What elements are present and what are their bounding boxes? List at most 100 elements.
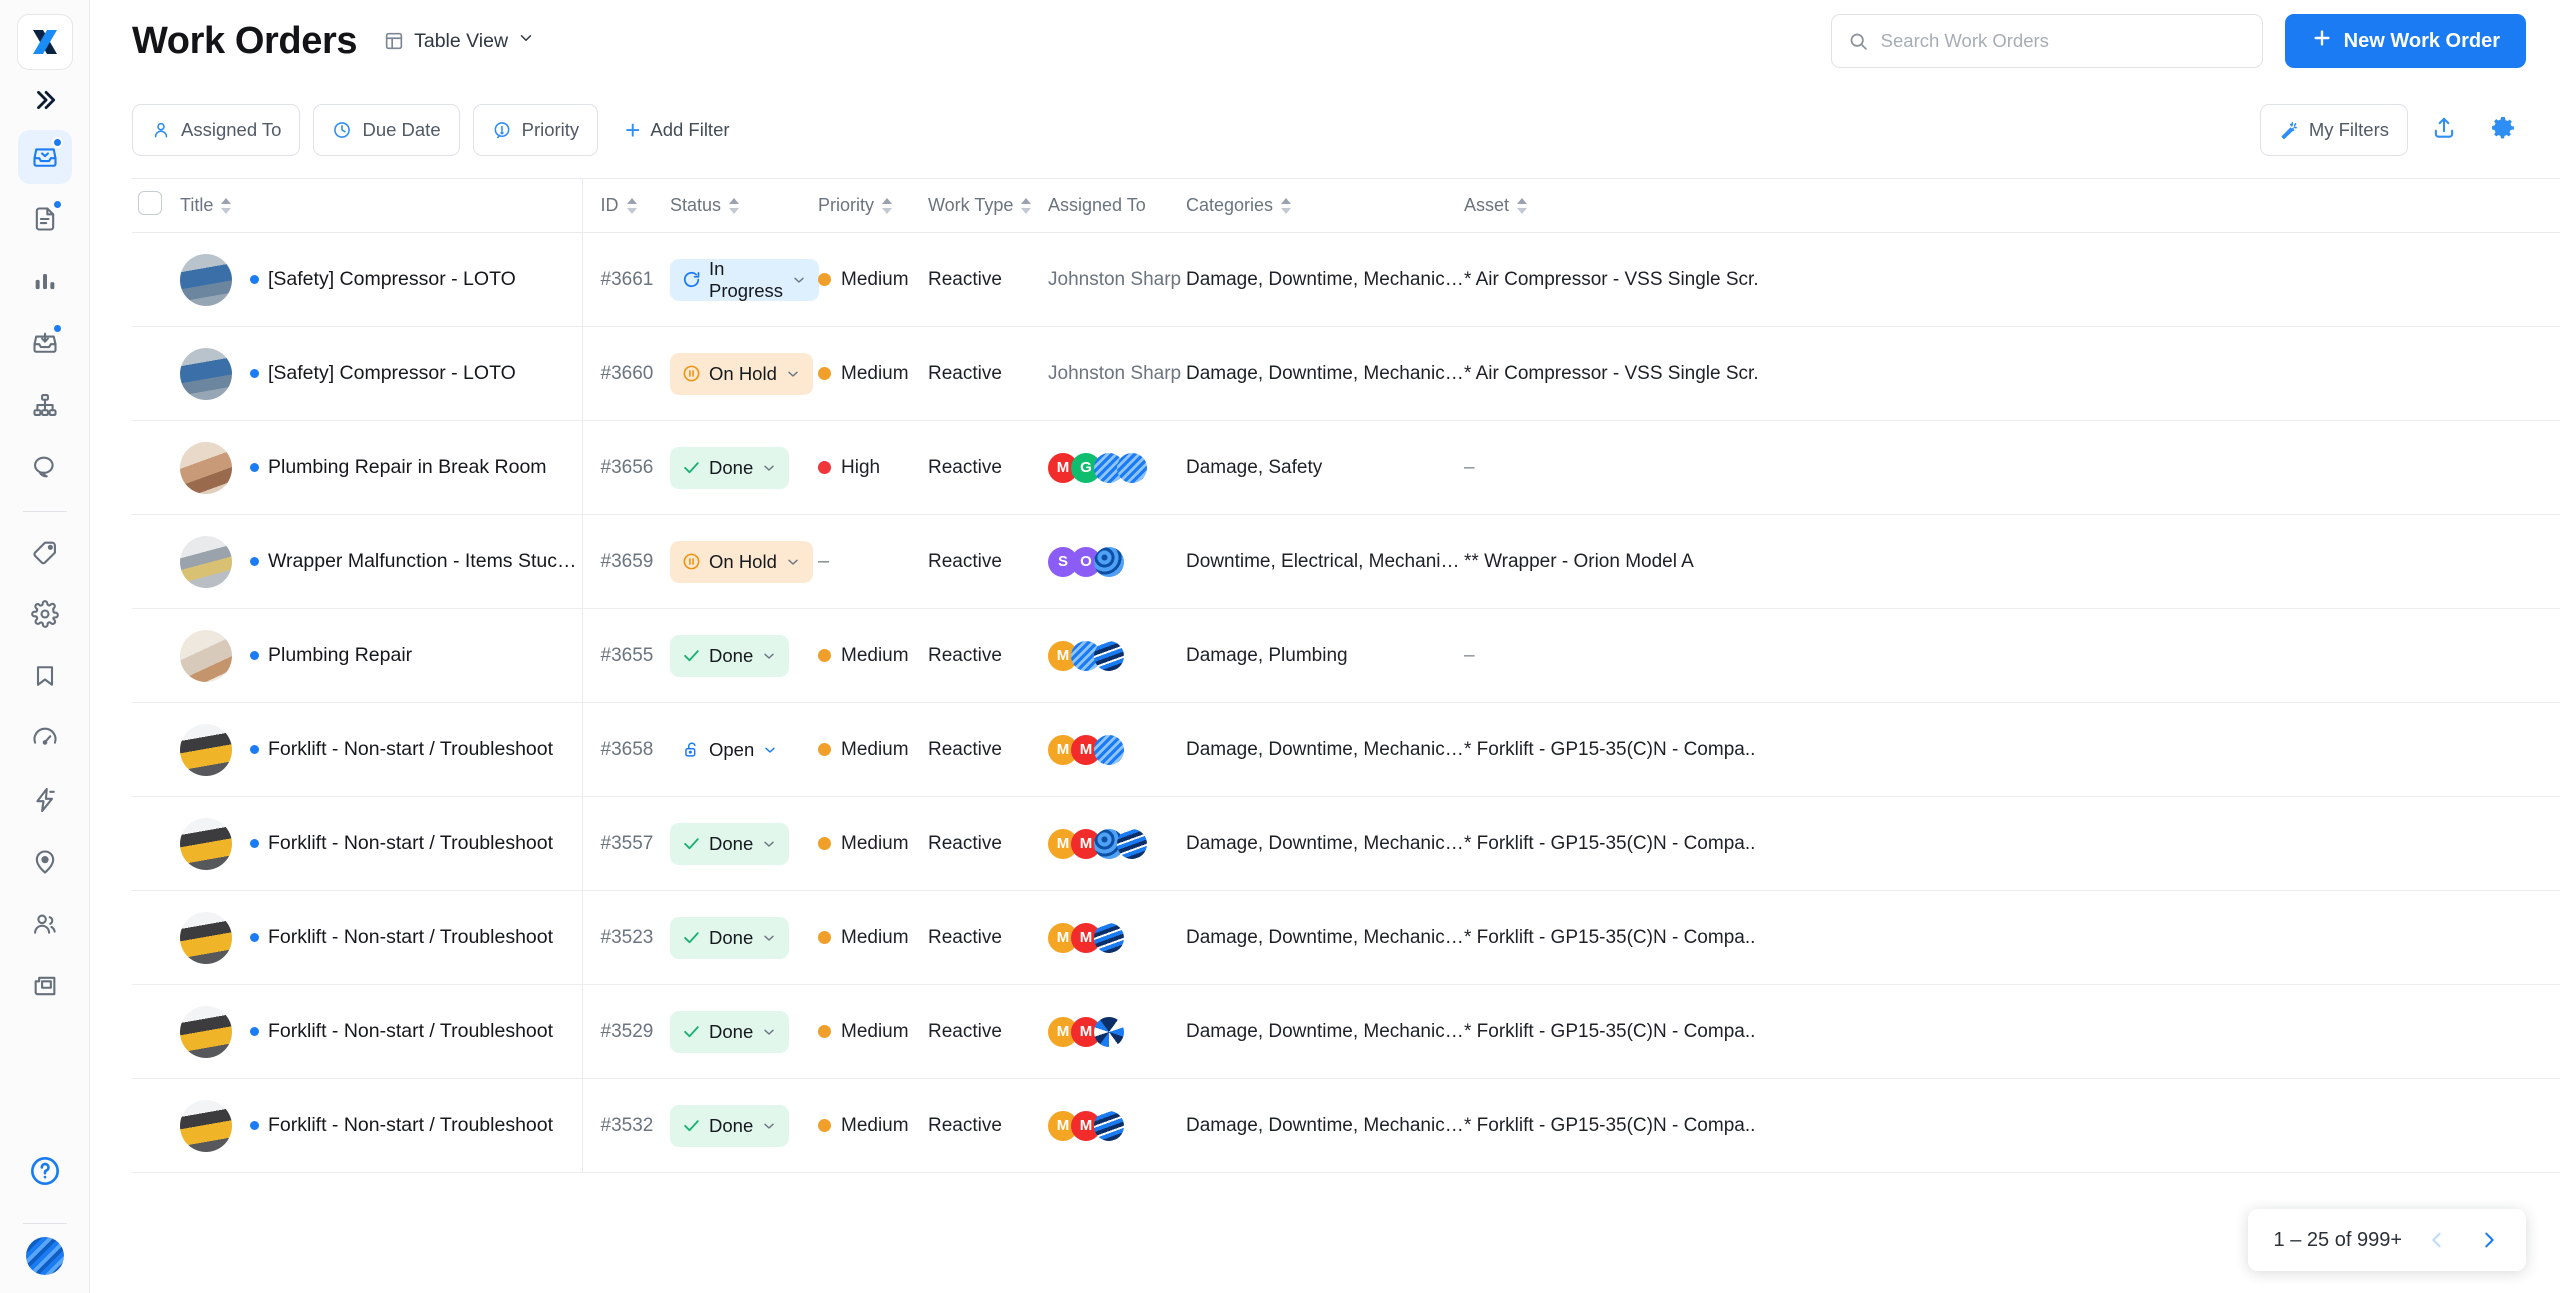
bar-chart-icon: [35, 274, 54, 290]
column-header-id[interactable]: ID: [581, 178, 670, 233]
cell-title[interactable]: Forklift - Non-start / Troubleshoot: [180, 984, 582, 1079]
status-badge[interactable]: In Progress: [670, 258, 820, 301]
add-filter-button[interactable]: + Add Filter: [611, 104, 743, 156]
cell-title[interactable]: Forklift - Non-start / Troubleshoot: [180, 1078, 582, 1173]
my-filters-button[interactable]: My Filters: [2259, 104, 2408, 156]
status-badge[interactable]: Done: [670, 446, 790, 489]
column-header-status[interactable]: Status: [670, 178, 818, 233]
export-button[interactable]: [2421, 107, 2467, 153]
cell-status[interactable]: Open: [670, 702, 818, 797]
column-header-categories[interactable]: Categories: [1186, 178, 1464, 233]
cell-status[interactable]: In Progress: [670, 232, 820, 327]
export-icon: [2431, 115, 2457, 146]
sidebar-item-help[interactable]: [18, 1144, 72, 1198]
sidebar-item-meters[interactable]: [18, 711, 72, 765]
assignee-avatar-group: MM: [1048, 1016, 1186, 1047]
status-badge[interactable]: Done: [670, 916, 790, 959]
filter-chip-priority[interactable]: Priority: [472, 104, 599, 156]
sidebar-item-messages[interactable]: [18, 440, 72, 494]
cell-title[interactable]: [Safety] Compressor - LOTO: [180, 232, 582, 327]
asset-text: * Forklift - GP15-35(C)N - Compa..: [1464, 1114, 1756, 1136]
cell-status[interactable]: Done: [670, 1078, 818, 1173]
status-open-icon: [682, 740, 701, 759]
cell-asset: * Forklift - GP15-35(C)N - Compa..: [1464, 984, 2560, 1079]
cell-status[interactable]: Done: [670, 420, 818, 515]
cell-status[interactable]: Done: [670, 890, 818, 985]
status-label: On Hold: [709, 550, 777, 572]
filter-chip-due-date[interactable]: Due Date: [313, 104, 460, 156]
table-row[interactable]: Plumbing Repair #3655 Done Medium Reactive M D…: [132, 608, 2560, 703]
cell-title[interactable]: Plumbing Repair in Break Room: [180, 420, 582, 515]
work-order-id: #3660: [600, 362, 654, 384]
cell-status[interactable]: Done: [670, 984, 818, 1079]
sidebar-item-news[interactable]: [18, 959, 72, 1013]
cell-title[interactable]: Plumbing Repair: [180, 608, 582, 703]
table-row[interactable]: Forklift - Non-start / Troubleshoot #3523…: [132, 890, 2560, 985]
cell-assigned-to: Johnston Sharp: [1048, 232, 1186, 327]
sidebar-item-locations[interactable]: [18, 835, 72, 889]
priority-dot-icon: [818, 1119, 831, 1132]
person-icon: [151, 120, 171, 140]
sidebar-item-reporting[interactable]: [18, 254, 72, 308]
cell-title[interactable]: Forklift - Non-start / Troubleshoot: [180, 796, 582, 891]
column-header-assigned-to[interactable]: Assigned To: [1048, 178, 1186, 233]
pagination-prev-button[interactable]: [2420, 1223, 2454, 1257]
sidebar-item-parts[interactable]: [18, 525, 72, 579]
cell-status[interactable]: On Hold: [670, 514, 818, 609]
sidebar-item-settings[interactable]: [18, 587, 72, 641]
cell-title[interactable]: [Safety] Compressor - LOTO: [180, 326, 582, 421]
status-badge[interactable]: Done: [670, 822, 790, 865]
column-header-title[interactable]: Title: [180, 178, 582, 233]
users-icon: [33, 914, 56, 934]
work-order-thumbnail: [180, 911, 232, 964]
status-badge[interactable]: Done: [670, 1010, 790, 1053]
sidebar-item-procedures[interactable]: [18, 192, 72, 246]
avatar[interactable]: [25, 1237, 64, 1275]
table-row[interactable]: Forklift - Non-start / Troubleshoot #3557…: [132, 796, 2560, 891]
table-row[interactable]: Wrapper Malfunction - Items Stuck on... #…: [132, 514, 2560, 609]
sidebar-item-assets[interactable]: [18, 378, 72, 432]
sidebar-item-work-orders[interactable]: [17, 130, 72, 184]
priority-label: Medium: [841, 1114, 909, 1136]
filter-chip-assigned-to[interactable]: Assigned To: [132, 104, 301, 156]
tag-icon: [32, 541, 56, 565]
app-logo[interactable]: [16, 14, 73, 70]
table-row[interactable]: Forklift - Non-start / Troubleshoot #3529…: [132, 984, 2560, 1079]
cell-title[interactable]: Wrapper Malfunction - Items Stuck on...: [180, 514, 582, 609]
unread-dot-icon: [250, 839, 259, 848]
cell-status[interactable]: Done: [670, 796, 818, 891]
cell-work-type: Reactive: [928, 608, 1048, 703]
sidebar-collapse-toggle[interactable]: [23, 80, 67, 120]
column-header-asset[interactable]: Asset: [1464, 178, 2560, 233]
unread-dot-icon: [250, 745, 259, 754]
table-settings-button[interactable]: [2480, 107, 2526, 153]
sidebar-item-bookmarks[interactable]: [18, 649, 72, 703]
status-badge[interactable]: On Hold: [670, 352, 813, 395]
table-row[interactable]: [Safety] Compressor - LOTO #3660 On Hold Me…: [132, 326, 2560, 421]
table-row[interactable]: Plumbing Repair in Break Room #3656 Done Hi…: [132, 420, 2560, 515]
assignee-avatar-group: SO: [1048, 546, 1186, 577]
status-badge[interactable]: On Hold: [670, 540, 813, 583]
sidebar-item-requests[interactable]: [18, 316, 72, 370]
cell-status[interactable]: On Hold: [670, 326, 818, 421]
column-header-work-type[interactable]: Work Type: [928, 178, 1048, 233]
status-badge[interactable]: Done: [670, 634, 790, 677]
status-badge[interactable]: Done: [670, 1104, 790, 1147]
sidebar-item-automations[interactable]: [18, 773, 72, 827]
cell-status[interactable]: Done: [670, 608, 818, 703]
table-row[interactable]: [Safety] Compressor - LOTO #3661 In Progre…: [132, 232, 2560, 327]
search-box[interactable]: [1830, 14, 2263, 68]
table-row[interactable]: Forklift - Non-start / Troubleshoot #3658…: [132, 702, 2560, 797]
cell-title[interactable]: Forklift - Non-start / Troubleshoot: [180, 890, 582, 985]
new-work-order-button[interactable]: New Work Order: [2284, 14, 2526, 68]
table-row[interactable]: Forklift - Non-start / Troubleshoot #3532…: [132, 1078, 2560, 1173]
status-badge[interactable]: Open: [670, 729, 790, 771]
pagination-next-button[interactable]: [2472, 1223, 2506, 1257]
cell-title[interactable]: Forklift - Non-start / Troubleshoot: [180, 702, 582, 797]
select-all-checkbox[interactable]: [138, 191, 162, 215]
sidebar-item-teams[interactable]: [18, 897, 72, 951]
view-switcher[interactable]: Table View: [379, 23, 539, 59]
column-header-priority[interactable]: Priority: [818, 178, 928, 233]
search-input[interactable]: [1880, 30, 2246, 52]
work-order-thumbnail: [180, 441, 232, 494]
